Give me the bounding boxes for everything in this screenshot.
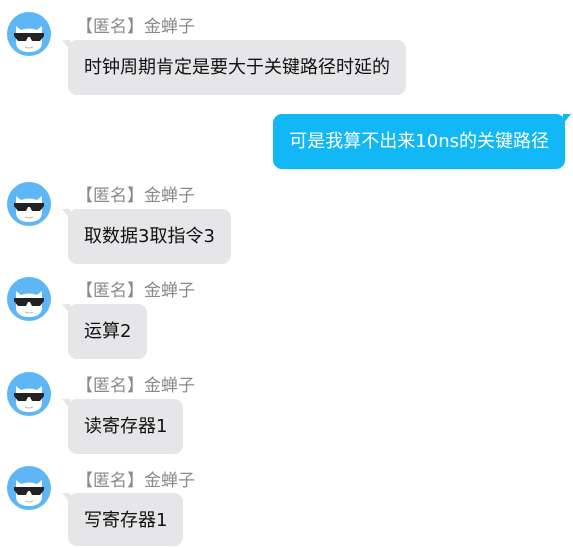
cat-sunglasses-icon xyxy=(7,372,51,416)
message-bubble[interactable]: 读寄存器1 xyxy=(61,399,184,454)
cat-sunglasses-icon xyxy=(7,277,51,321)
cat-sunglasses-icon xyxy=(7,182,51,226)
cat-sunglasses-avatar[interactable] xyxy=(7,466,51,510)
cat-sunglasses-icon xyxy=(7,12,51,56)
cat-sunglasses-icon xyxy=(7,466,51,510)
message-bubble[interactable]: 时钟周期肯定是要大于关键路径时延的 xyxy=(62,40,406,95)
message-bubble[interactable]: 运算2 xyxy=(61,304,148,359)
message-bubble-outgoing[interactable]: 可是我算不出来10ns的关键路径 xyxy=(273,114,571,169)
sender-name[interactable]: 【匿名】金蝉子 xyxy=(76,376,195,396)
message-bubble[interactable]: 写寄存器1 xyxy=(61,493,184,546)
cat-sunglasses-avatar[interactable] xyxy=(7,182,51,226)
cat-sunglasses-avatar[interactable] xyxy=(7,372,51,416)
sender-name[interactable]: 【匿名】金蝉子 xyxy=(76,281,195,301)
sender-name[interactable]: 【匿名】金蝉子 xyxy=(76,471,195,491)
message-bubble[interactable]: 取数据3取指令3 xyxy=(62,209,231,264)
sender-name[interactable]: 【匿名】金蝉子 xyxy=(76,186,195,206)
cat-sunglasses-avatar[interactable] xyxy=(7,277,51,321)
cat-sunglasses-avatar[interactable] xyxy=(7,12,51,56)
sender-name[interactable]: 【匿名】金蝉子 xyxy=(76,17,195,37)
